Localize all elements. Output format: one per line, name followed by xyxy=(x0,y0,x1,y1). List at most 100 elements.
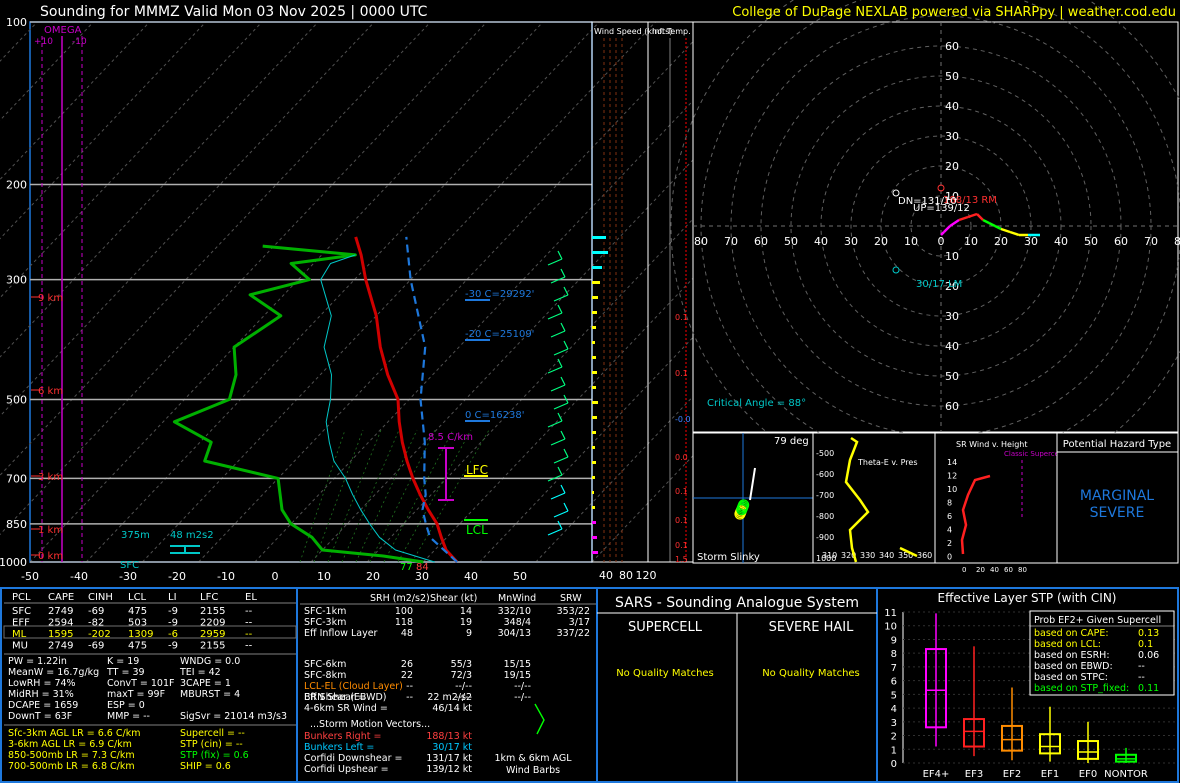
parcel-cell: 503 xyxy=(128,618,147,629)
kinematic-cell: 3/17 xyxy=(569,617,590,628)
wind-speed-bar xyxy=(592,386,596,389)
srwind-title: SR Wind v. Height xyxy=(956,440,1027,449)
wind-barb xyxy=(553,510,569,518)
wind-speed-frame xyxy=(591,21,649,563)
stp-prob-value: 0.06 xyxy=(1138,650,1159,661)
hodograph-axis-label: 0 xyxy=(938,235,945,248)
index-cell: K = 19 xyxy=(107,656,139,667)
wind-barb xyxy=(550,492,566,500)
index-cell: LowRH = 74% xyxy=(8,678,76,689)
theta-x-label: 340 xyxy=(879,551,894,560)
pressure-tick-label: 100 xyxy=(6,16,27,29)
kinematic-row-label: Eff Inflow Layer xyxy=(304,628,378,639)
hodograph-axis-label: 70 xyxy=(724,235,738,248)
stp-y-tick: 5 xyxy=(891,690,897,701)
temp-tick-label: 20 xyxy=(366,570,380,583)
stp-prob-label: based on EBWD: xyxy=(1034,661,1113,672)
stp-prob-value: -- xyxy=(1138,672,1145,683)
stp-prob-value: 0.1 xyxy=(1138,639,1153,650)
wind-barb xyxy=(563,286,569,296)
isotherm-line xyxy=(0,21,431,476)
wind-barb xyxy=(563,502,569,512)
sounding-canvas: 1002003005007008501000-50 -40 -30 -20 -10 0 10… xyxy=(0,0,1180,783)
kinematic-cell: 100 xyxy=(395,606,413,617)
wind-speed-bar xyxy=(592,536,597,539)
motion-value: 30/17 kt xyxy=(432,742,472,753)
kinematic-header: SRW xyxy=(560,593,582,604)
pressure-tick-label: 850 xyxy=(6,518,27,531)
temp-tick-label: 0 xyxy=(272,570,279,583)
kinematic-cell: 304/13 xyxy=(498,628,531,639)
height-label: 1 km xyxy=(38,525,63,536)
composite-text: Supercell = -- xyxy=(180,728,245,739)
parcel-cell: 2749 xyxy=(48,606,73,617)
kinematic-cell: 19 xyxy=(460,617,472,628)
parcel-cell: 2749 xyxy=(48,641,73,652)
isotherm-label: -30 C=29292' xyxy=(465,289,534,300)
index-cell: MBURST = 4 xyxy=(180,689,240,700)
parcel-cell: 1595 xyxy=(48,629,73,640)
lapse-rate-text: 700-500mb LR = 6.8 C/km xyxy=(8,761,135,772)
wind-barb xyxy=(553,456,569,464)
kinematic-cell: 48 xyxy=(401,628,413,639)
sars-hail-result: No Quality Matches xyxy=(762,668,860,679)
wind-barb xyxy=(553,348,569,356)
sfc-temp-label: 84 xyxy=(416,562,429,573)
temp-adv-value: 1.5 xyxy=(675,555,688,564)
kinematic-header: MnWind xyxy=(498,593,536,604)
kinematic-cell: 19/15 xyxy=(504,670,531,681)
hodograph-axis-label: 40 xyxy=(814,235,828,248)
parcel-cell: -6 xyxy=(168,629,178,640)
sfc-dew-label: 77 xyxy=(400,562,413,573)
index-cell: DownT = 63F xyxy=(8,711,72,722)
composite-text: SHIP = 0.6 xyxy=(180,761,231,772)
omega-tick: +10 xyxy=(34,37,53,47)
motion-label: Corfidi Upshear = xyxy=(304,764,389,775)
brn-label: BRN Shear = xyxy=(304,692,366,703)
temp-adv-value: 0.1 xyxy=(675,516,688,525)
lapse-rate-text: 850-500mb LR = 7.3 C/km xyxy=(8,750,135,761)
wind-barb xyxy=(563,448,569,458)
brn-value: 22 m2/s2 xyxy=(427,692,472,703)
wind-speed-bar xyxy=(592,476,595,479)
hodograph-axis-label: 80 xyxy=(1174,235,1180,248)
stp-title: Effective Layer STP (with CIN) xyxy=(938,591,1117,605)
wind-barb xyxy=(560,268,566,278)
inset-panels: 79 deg Storm Slinky -500 -600 -700 -800 -900 10… xyxy=(692,432,1179,574)
temp-tick-label: -10 xyxy=(217,570,235,583)
sars-title: SARS - Sounding Analogue System xyxy=(615,595,859,611)
wind-barb xyxy=(550,330,566,338)
srwind-classic: Classic Supercell xyxy=(1004,450,1063,458)
wind-barb xyxy=(560,430,566,440)
stp-y-tick: 1 xyxy=(891,745,897,756)
kinematic-row-label: SFC-3km xyxy=(304,617,346,628)
stp-prob-value: 0.13 xyxy=(1138,628,1159,639)
sr46-label: 4-6km SR Wind = xyxy=(304,703,388,714)
wind-speed-bar xyxy=(592,251,608,254)
parcel-header: CAPE xyxy=(48,592,74,603)
parcel-cell: 2155 xyxy=(200,606,225,617)
composite-text: STP (fix) = 0.6 xyxy=(180,750,249,761)
wind-speed-bar xyxy=(592,326,596,329)
parcel-cell: -- xyxy=(245,618,253,629)
kinematic-cell: -- xyxy=(406,692,413,703)
stp-prob-value: -- xyxy=(1138,661,1145,672)
hodograph-ring-label: 30 xyxy=(945,310,959,323)
kinematic-cell: --/-- xyxy=(514,692,531,703)
wind-barb xyxy=(550,384,566,392)
srwind-x-label: 40 xyxy=(990,566,999,574)
wind-barb xyxy=(560,322,566,332)
parcel-header: LI xyxy=(168,592,177,603)
hodograph-axis-label: 20 xyxy=(994,235,1008,248)
parcel-cell: 2594 xyxy=(48,618,73,629)
kinematic-row-label: SFC-1km xyxy=(304,606,346,617)
index-cell: SigSvr = 21014 m3/s3 xyxy=(180,711,287,722)
parcel-cell: 2155 xyxy=(200,641,225,652)
omega-title: OMEGA xyxy=(44,25,82,36)
credit-text: College of DuPage NEXLAB powered via SHA… xyxy=(732,5,1176,20)
parcel-cell: EFF xyxy=(12,618,30,629)
stp-y-tick: 0 xyxy=(891,759,897,770)
wind-speed-panel: Wind Speed (knots)40 80 120 xyxy=(591,21,672,582)
wind-speed-tick: 80 xyxy=(619,569,633,582)
stp-category-label: EF0 xyxy=(1079,769,1097,780)
